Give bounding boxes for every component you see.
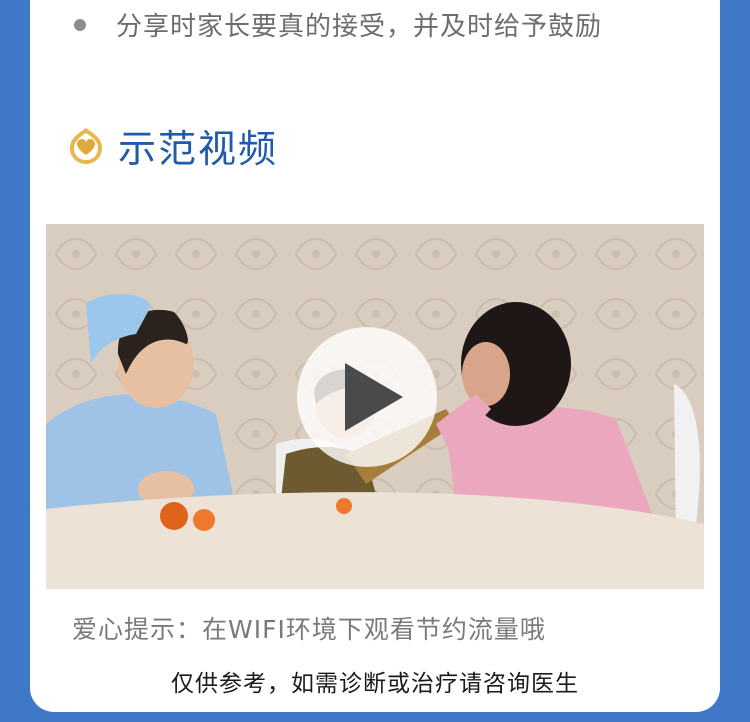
medical-disclaimer: 仅供参考，如需诊断或治疗请咨询医生: [171, 671, 579, 697]
play-icon: [345, 363, 403, 431]
bullet-item: 分享时家长要真的接受，并及时给予鼓励: [74, 6, 602, 43]
section-title: 示范视频: [118, 127, 279, 171]
content-card: 分享时家长要真的接受，并及时给予鼓励 示范视频 爱心提示：在WIFI环境下观看节…: [30, 0, 720, 712]
gold-heart-icon: [70, 127, 102, 164]
bullet-text: 分享时家长要真的接受，并及时给予鼓励: [116, 12, 603, 42]
demo-video-player[interactable]: [46, 224, 704, 589]
bullet-dot-icon: [74, 18, 86, 31]
wifi-tip: 爱心提示：在WIFI环境下观看节约流量哦: [72, 615, 546, 644]
section-header: 示范视频: [66, 118, 278, 173]
play-button[interactable]: [297, 327, 437, 467]
